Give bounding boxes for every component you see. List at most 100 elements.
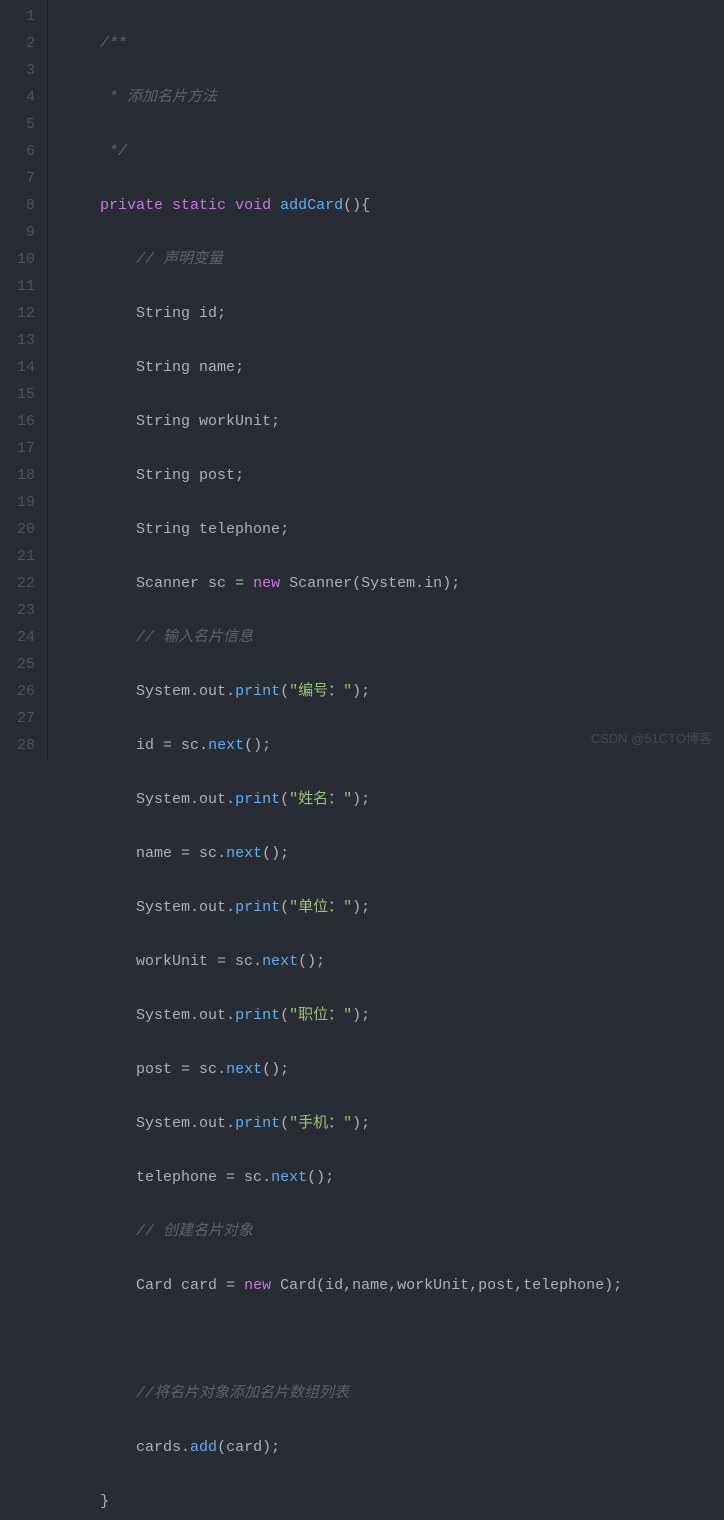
method-call: print	[235, 683, 280, 700]
code-line[interactable]: System.out.print("编号：");	[64, 678, 724, 705]
semicolon: ;	[235, 467, 244, 484]
line-number: 17	[8, 435, 35, 462]
class-name: Card	[280, 1277, 316, 1294]
line-number: 7	[8, 165, 35, 192]
keyword-private: private	[100, 197, 163, 214]
method-call: add	[190, 1439, 217, 1456]
code-line[interactable]: String id;	[64, 300, 724, 327]
code-line[interactable]: System.out.print("手机：");	[64, 1110, 724, 1137]
code-line[interactable]: // 声明变量	[64, 246, 724, 273]
code-line[interactable]: }	[64, 1488, 724, 1515]
identifier: sc	[181, 737, 199, 754]
dot: .	[415, 575, 424, 592]
line-number: 15	[8, 381, 35, 408]
method-call: next	[208, 737, 244, 754]
code-line[interactable]: name = sc.next();	[64, 840, 724, 867]
method-call: next	[262, 953, 298, 970]
close-brace: }	[100, 1493, 109, 1510]
string-literal: "姓名："	[289, 791, 352, 808]
line-number: 21	[8, 543, 35, 570]
string-literal: "编号："	[289, 683, 352, 700]
code-area[interactable]: /** * 添加名片方法 */ private static void addC…	[48, 0, 724, 760]
line-number: 3	[8, 57, 35, 84]
method-call: next	[271, 1169, 307, 1186]
class-name: Scanner	[289, 575, 352, 592]
comment: /**	[100, 35, 127, 52]
code-line[interactable]: System.out.print("职位：");	[64, 1002, 724, 1029]
identifier: cards	[136, 1439, 181, 1456]
method-call: next	[226, 1061, 262, 1078]
code-line[interactable]: //将名片对象添加名片数组列表	[64, 1380, 724, 1407]
comment: //将名片对象添加名片数组列表	[136, 1385, 349, 1402]
parentheses: (){	[343, 197, 370, 214]
type: Scanner	[136, 575, 199, 592]
line-number: 2	[8, 30, 35, 57]
keyword-new: new	[253, 575, 280, 592]
lparen: (	[352, 575, 361, 592]
line-number: 14	[8, 354, 35, 381]
semicolon: ;	[217, 305, 226, 322]
code-line[interactable]: String telephone;	[64, 516, 724, 543]
line-number: 25	[8, 651, 35, 678]
code-line[interactable]: Scanner sc = new Scanner(System.in);	[64, 570, 724, 597]
identifier: name	[199, 359, 235, 376]
code-line[interactable]: // 输入名片信息	[64, 624, 724, 651]
line-number: 8	[8, 192, 35, 219]
code-line[interactable]: * 添加名片方法	[64, 84, 724, 111]
code-line[interactable]: String workUnit;	[64, 408, 724, 435]
identifier: post	[199, 467, 235, 484]
code-line[interactable]: Card card = new Card(id,name,workUnit,po…	[64, 1272, 724, 1299]
code-editor[interactable]: 1 2 3 4 5 6 7 8 9 10 11 12 13 14 15 16 1…	[0, 0, 724, 760]
code-line[interactable]: private static void addCard(){	[64, 192, 724, 219]
comment: // 创建名片对象	[136, 1223, 253, 1240]
line-number: 12	[8, 300, 35, 327]
type: Card	[136, 1277, 172, 1294]
code-line[interactable]: post = sc.next();	[64, 1056, 724, 1083]
code-line[interactable]: System.out.print("单位：");	[64, 894, 724, 921]
code-line[interactable]: System.out.print("姓名：");	[64, 786, 724, 813]
line-number: 4	[8, 84, 35, 111]
identifier: System	[136, 683, 190, 700]
code-line[interactable]: String name;	[64, 354, 724, 381]
code-line[interactable]: */	[64, 138, 724, 165]
code-line[interactable]	[64, 1326, 724, 1353]
identifier: out	[199, 683, 226, 700]
type: String	[136, 413, 190, 430]
method-call: print	[235, 1007, 280, 1024]
comment: // 声明变量	[136, 251, 223, 268]
identifier: sc	[208, 575, 226, 592]
comment: * 添加名片方法	[100, 89, 217, 106]
string-literal: "职位："	[289, 1007, 352, 1024]
line-number: 5	[8, 111, 35, 138]
type: String	[136, 521, 190, 538]
line-number: 23	[8, 597, 35, 624]
code-line[interactable]: cards.add(card);	[64, 1434, 724, 1461]
watermark: CSDN @51CTO博客	[591, 725, 712, 752]
code-line[interactable]: telephone = sc.next();	[64, 1164, 724, 1191]
line-number: 27	[8, 705, 35, 732]
code-line[interactable]: /**	[64, 30, 724, 57]
rparen: )	[442, 575, 451, 592]
string-literal: "手机："	[289, 1115, 352, 1132]
code-line[interactable]: // 创建名片对象	[64, 1218, 724, 1245]
line-number: 24	[8, 624, 35, 651]
code-line[interactable]: workUnit = sc.next();	[64, 948, 724, 975]
line-number: 13	[8, 327, 35, 354]
line-number: 20	[8, 516, 35, 543]
code-line[interactable]: String post;	[64, 462, 724, 489]
method-call: print	[235, 1115, 280, 1132]
line-number: 16	[8, 408, 35, 435]
identifier: card	[181, 1277, 217, 1294]
semicolon: ;	[451, 575, 460, 592]
line-number: 18	[8, 462, 35, 489]
identifier: id	[199, 305, 217, 322]
keyword-new: new	[244, 1277, 271, 1294]
method-name: addCard	[280, 197, 343, 214]
line-number: 26	[8, 678, 35, 705]
type: String	[136, 359, 190, 376]
line-number: 22	[8, 570, 35, 597]
comment: */	[100, 143, 127, 160]
equals: =	[226, 575, 253, 592]
line-gutter: 1 2 3 4 5 6 7 8 9 10 11 12 13 14 15 16 1…	[0, 0, 48, 760]
args: (id,name,workUnit,post,telephone);	[316, 1277, 622, 1294]
